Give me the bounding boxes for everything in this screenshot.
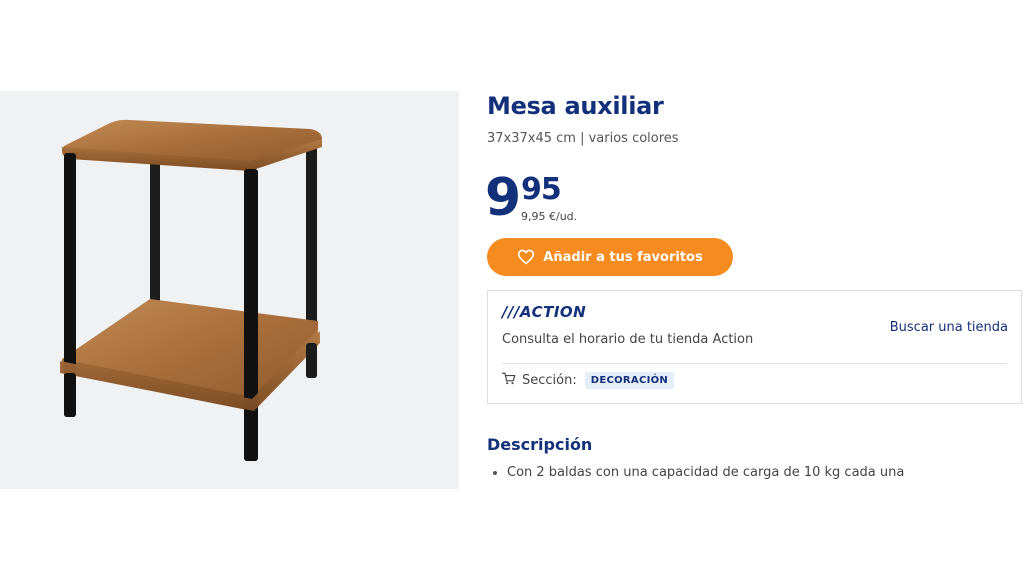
card-divider <box>502 363 1007 364</box>
add-to-favorites-label: Añadir a tus favoritos <box>543 249 703 265</box>
section-badge[interactable]: DECORACIÓN <box>584 372 675 389</box>
price-integer: 9 <box>485 168 521 228</box>
product-subtitle: 37x37x45 cm | varios colores <box>487 131 679 146</box>
description-heading: Descripción <box>487 435 593 454</box>
cart-icon <box>502 372 516 389</box>
section-label: Sección: <box>522 373 577 388</box>
add-to-favorites-button[interactable]: Añadir a tus favoritos <box>487 238 733 276</box>
section-row: Sección: DECORACIÓN <box>502 372 675 389</box>
store-info-card: ///ACTION Consulta el horario de tu tien… <box>487 290 1022 404</box>
heart-icon <box>517 249 535 265</box>
list-item: Con 2 baldas con una capacidad de carga … <box>487 464 904 482</box>
product-image <box>60 119 322 461</box>
action-logo: ///ACTION <box>502 303 587 321</box>
product-title: Mesa auxiliar <box>487 92 664 120</box>
price-decimal: 95 <box>521 172 562 207</box>
store-hours-note: Consulta el horario de tu tienda Action <box>502 332 754 347</box>
description-list: Con 2 baldas con una capacidad de carga … <box>487 464 904 482</box>
product-image-panel <box>0 91 459 489</box>
unit-price: 9,95 €/ud. <box>521 210 578 223</box>
find-store-link[interactable]: Buscar una tienda <box>890 320 1008 335</box>
